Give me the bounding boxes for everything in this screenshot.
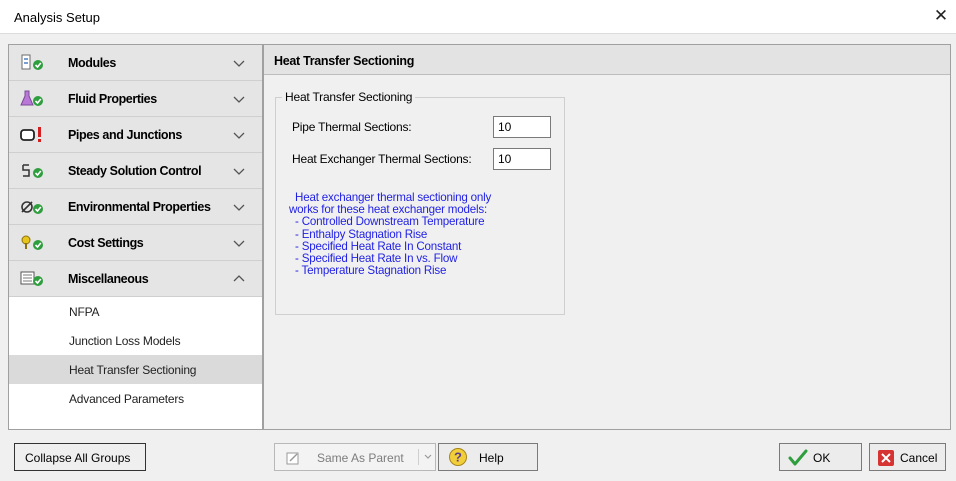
miscellaneous-icon [20, 271, 43, 286]
pipe-warning-icon [20, 127, 41, 142]
group-environmental-properties[interactable]: Environmental Properties [9, 189, 262, 225]
heat-exchanger-thermal-sections-label: Heat Exchanger Thermal Sections: [292, 152, 472, 166]
group-cost-settings[interactable]: Cost Settings [9, 225, 262, 261]
note-line: - Controlled Downstream Temperature [289, 215, 485, 229]
pipe-thermal-sections-label: Pipe Thermal Sections: [292, 120, 412, 134]
chevron-down-icon [233, 168, 245, 175]
dialog-body: Modules Fluid Properties Pipes and Junct… [0, 34, 956, 481]
note-line: - Enthalpy Stagnation Rise [289, 227, 428, 241]
window-title: Analysis Setup [14, 10, 100, 25]
heat-transfer-groupbox: Heat Transfer Sectioning Pipe Thermal Se… [275, 90, 565, 315]
title-bar: Analysis Setup ✕ [0, 0, 956, 34]
dropdown-separator [418, 449, 419, 465]
chevron-down-icon [233, 132, 245, 139]
note-line: - Temperature Stagnation Rise [289, 264, 447, 278]
help-icon: ? [449, 448, 467, 466]
cancel-button[interactable]: Cancel [869, 443, 946, 471]
group-modules-label: Modules [68, 56, 116, 70]
heat-exchanger-note: Heat exchanger thermal sectioning only w… [289, 191, 559, 278]
group-steady-solution-control-label: Steady Solution Control [68, 164, 202, 178]
same-as-parent-label: Same As Parent [317, 451, 404, 465]
checkmark-icon [788, 449, 808, 466]
solution-control-icon [22, 164, 43, 178]
sidebar-item-advanced-parameters[interactable]: Advanced Parameters [9, 384, 262, 413]
help-label: Help [479, 451, 504, 465]
group-pipes-and-junctions[interactable]: Pipes and Junctions [9, 117, 262, 153]
cost-icon [21, 235, 43, 250]
chevron-up-icon [233, 275, 245, 282]
navigation-panel: Modules Fluid Properties Pipes and Junct… [8, 44, 263, 430]
groupbox-title: Heat Transfer Sectioning [282, 90, 416, 104]
sidebar-item-junction-loss-models[interactable]: Junction Loss Models [9, 326, 262, 355]
environment-icon [21, 201, 43, 214]
sidebar-item-heat-transfer-sectioning[interactable]: Heat Transfer Sectioning [9, 355, 262, 384]
sidebar-item-label: Junction Loss Models [69, 334, 181, 348]
group-steady-solution-control[interactable]: Steady Solution Control [9, 153, 262, 189]
chevron-down-icon [233, 204, 245, 211]
group-pipes-and-junctions-label: Pipes and Junctions [68, 128, 182, 142]
group-fluid-properties-label: Fluid Properties [68, 92, 157, 106]
close-icon[interactable]: ✕ [930, 4, 952, 28]
pipe-thermal-sections-input[interactable] [493, 116, 551, 138]
chevron-down-icon [233, 240, 245, 247]
collapse-all-groups-button[interactable]: Collapse All Groups [14, 443, 146, 471]
group-cost-settings-label: Cost Settings [68, 236, 144, 250]
heat-exchanger-thermal-sections-input[interactable] [493, 148, 551, 170]
collapse-all-groups-label: Collapse All Groups [25, 451, 131, 465]
cancel-label: Cancel [900, 451, 938, 465]
svg-text:?: ? [454, 450, 462, 465]
same-as-parent-dropdown[interactable]: Same As Parent [274, 443, 436, 471]
help-button[interactable]: ? Help [438, 443, 538, 471]
sidebar-item-label: Advanced Parameters [69, 392, 184, 406]
chevron-down-icon [233, 96, 245, 103]
sidebar-item-label: Heat Transfer Sectioning [69, 363, 197, 377]
chevron-down-icon [233, 60, 245, 67]
cancel-x-icon [878, 450, 894, 466]
ok-button[interactable]: OK [779, 443, 862, 471]
note-pad-icon [286, 452, 299, 465]
sidebar-item-nfpa[interactable]: NFPA [9, 297, 262, 326]
section-header: Heat Transfer Sectioning [264, 45, 950, 75]
content-panel: Heat Transfer Sectioning Heat Transfer S… [263, 44, 951, 430]
section-title: Heat Transfer Sectioning [274, 54, 415, 68]
group-fluid-properties[interactable]: Fluid Properties [9, 81, 262, 117]
sidebar-item-label: NFPA [69, 305, 100, 319]
group-miscellaneous[interactable]: Miscellaneous [9, 261, 262, 297]
group-miscellaneous-label: Miscellaneous [68, 272, 149, 286]
flask-icon [20, 90, 43, 106]
chevron-down-icon [424, 454, 432, 459]
group-environmental-properties-label: Environmental Properties [68, 200, 211, 214]
ok-label: OK [813, 451, 831, 465]
modules-icon [21, 54, 43, 70]
group-modules[interactable]: Modules [9, 45, 262, 81]
